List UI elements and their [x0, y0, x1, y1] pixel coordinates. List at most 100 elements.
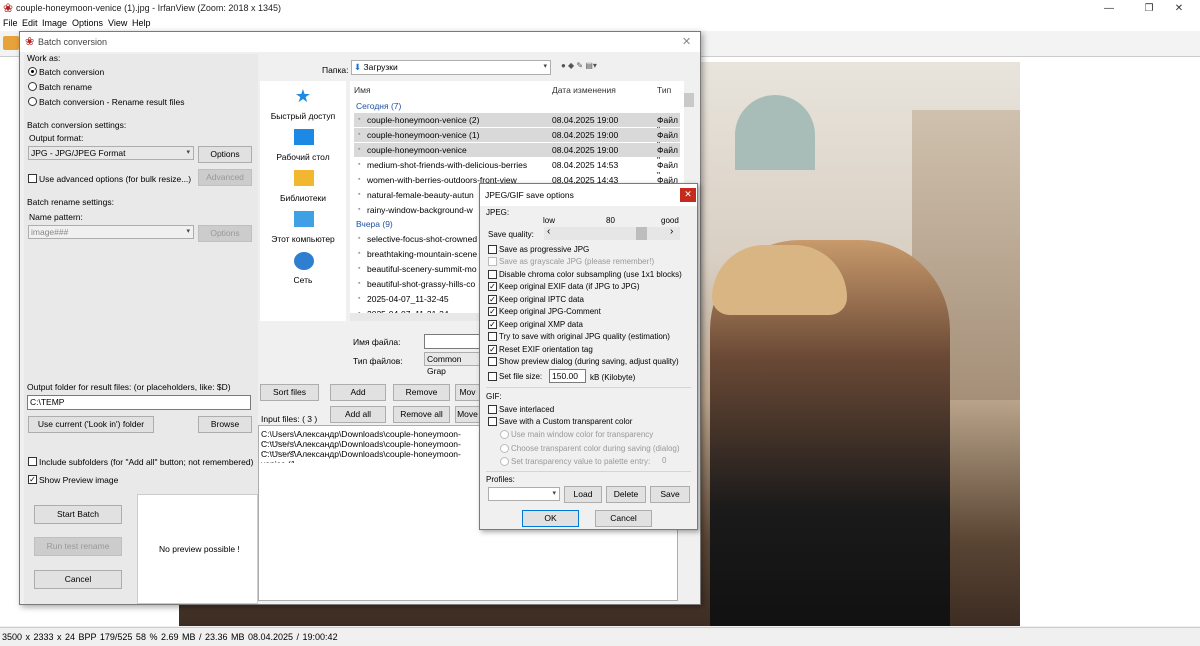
add-all-button[interactable]: Add all: [330, 406, 386, 423]
group-yesterday[interactable]: Вчера (9): [356, 219, 393, 229]
advanced-options-checkbox[interactable]: [28, 174, 37, 183]
option-checkbox[interactable]: ✓: [488, 295, 497, 304]
slider-left-arrow[interactable]: ‹: [547, 226, 550, 237]
col-type[interactable]: Тип: [657, 85, 671, 95]
list-item[interactable]: ▪ couple-honeymoon-venice 08.04.2025 19:00…: [354, 143, 680, 165]
quality-low-label: low: [543, 216, 556, 225]
jpeg-dialog-title-bar: JPEG/GIF save options ✕: [480, 184, 697, 206]
use-current-folder-button[interactable]: Use current ('Look in') folder: [28, 416, 154, 433]
list-item[interactable]: ▪ couple-honeymoon-venice (2) 08.04.2025 1…: [354, 113, 680, 135]
browse-button[interactable]: Browse: [198, 416, 252, 433]
delete-profile-button[interactable]: Delete: [606, 486, 646, 503]
menu-file[interactable]: File: [3, 18, 18, 28]
file-size-unit: kB (Kilobyte): [590, 373, 636, 382]
advanced-button[interactable]: Advanced: [198, 169, 252, 186]
option-checkbox[interactable]: ✓: [488, 307, 497, 316]
option-checkbox[interactable]: ✓: [488, 345, 497, 354]
output-folder-input[interactable]: C:\TEMP: [27, 395, 251, 410]
set-file-size-checkbox[interactable]: [488, 372, 497, 381]
sort-files-button[interactable]: Sort files: [260, 384, 319, 401]
name-pattern-input[interactable]: image### ▾: [28, 225, 194, 239]
slider-right-arrow[interactable]: ›: [670, 226, 673, 237]
title-bar: ❀ couple-honeymoon-venice (1).jpg - Irfa…: [0, 0, 1200, 17]
list-item[interactable]: ▪ couple-honeymoon-venice (1) 08.04.2025 1…: [354, 128, 680, 150]
output-format-select[interactable]: JPG - JPG/JPEG Format ▾: [28, 146, 194, 160]
move-up-button[interactable]: Mov: [455, 384, 480, 401]
place-desktop[interactable]: Рабочий стол: [260, 152, 346, 162]
filetype-select[interactable]: Common Grap: [424, 352, 480, 376]
palette-entry-value[interactable]: 0: [662, 456, 666, 465]
menu-view[interactable]: View: [108, 18, 127, 28]
remove-button[interactable]: Remove: [393, 384, 450, 401]
run-test-rename-button[interactable]: Run test rename: [34, 537, 122, 556]
option-label: Keep original JPG-Comment: [499, 307, 601, 316]
save-interlaced-checkbox[interactable]: [488, 405, 497, 414]
desktop-icon[interactable]: [294, 129, 314, 145]
option-checkbox[interactable]: [488, 257, 497, 266]
rename-options-button[interactable]: Options: [198, 225, 252, 242]
option-checkbox[interactable]: ✓: [488, 320, 497, 329]
group-today[interactable]: Сегодня (7): [356, 101, 401, 111]
load-profile-button[interactable]: Load: [564, 486, 602, 503]
list-item[interactable]: ▪ medium-shot-friends-with-delicious-berr…: [354, 158, 680, 180]
place-network[interactable]: Сеть: [260, 275, 346, 285]
filename-input[interactable]: [424, 334, 480, 349]
ok-button[interactable]: OK: [522, 510, 579, 527]
option-label: Keep original EXIF data (if JPG to JPG): [499, 282, 640, 291]
libraries-icon[interactable]: [294, 170, 314, 186]
include-subfolders-checkbox[interactable]: [28, 457, 37, 466]
mode-batch-rename-radio[interactable]: [28, 82, 37, 91]
computer-icon[interactable]: [294, 211, 314, 227]
move-down-button[interactable]: Move: [455, 406, 480, 423]
remove-all-button[interactable]: Remove all: [393, 406, 450, 423]
profiles-select[interactable]: ▾: [488, 487, 560, 501]
place-quick-access[interactable]: Быстрый доступ: [260, 111, 346, 121]
option-checkbox[interactable]: [488, 270, 497, 279]
col-name[interactable]: Имя: [354, 85, 371, 95]
places-bar: ★ Быстрый доступ Рабочий стол Библиотеки…: [260, 81, 346, 321]
jpeg-dialog-close-button[interactable]: ✕: [680, 188, 696, 202]
mode-batch-conversion-radio[interactable]: [28, 67, 37, 76]
output-format-label: Output format:: [29, 133, 84, 143]
place-this-pc[interactable]: Этот компьютер: [260, 234, 346, 244]
nav-icons[interactable]: ● ◆ ✎ ▤▾: [561, 61, 597, 70]
profiles-label: Profiles:: [486, 475, 515, 484]
photo-dome: [735, 95, 815, 170]
menu-options[interactable]: Options: [72, 18, 103, 28]
add-button[interactable]: Add: [330, 384, 386, 401]
menu-edit[interactable]: Edit: [22, 18, 38, 28]
open-folder-icon[interactable]: [3, 36, 19, 50]
list-item[interactable]: C:\Users\Александр\Downloads\couple-hone…: [261, 449, 479, 463]
quality-slider[interactable]: ‹ ›: [544, 226, 680, 240]
save-quality-label: Save quality:: [488, 230, 534, 239]
quick-access-icon[interactable]: ★: [260, 86, 346, 107]
set-transparency-radio[interactable]: [500, 457, 509, 466]
file-size-input[interactable]: 150.00: [549, 369, 586, 383]
slider-thumb[interactable]: [636, 227, 647, 240]
use-main-window-radio[interactable]: [500, 430, 509, 439]
choose-transparent-radio[interactable]: [500, 444, 509, 453]
folder-select[interactable]: ⬇ Загрузки ▾: [351, 60, 551, 75]
choose-transparent-label: Choose transparent color during saving (…: [511, 444, 680, 453]
jpeg-cancel-button[interactable]: Cancel: [595, 510, 652, 527]
close-button[interactable]: ✕: [1156, 0, 1200, 17]
custom-transparent-checkbox[interactable]: [488, 417, 497, 426]
save-profile-button[interactable]: Save: [650, 486, 690, 503]
cancel-button[interactable]: Cancel: [34, 570, 122, 589]
option-checkbox[interactable]: [488, 245, 497, 254]
start-batch-button[interactable]: Start Batch: [34, 505, 122, 524]
show-preview-label: Show Preview image: [39, 475, 119, 485]
mode-conversion-rename-radio[interactable]: [28, 97, 37, 106]
menu-image[interactable]: Image: [42, 18, 67, 28]
option-checkbox[interactable]: [488, 332, 497, 341]
option-checkbox[interactable]: ✓: [488, 282, 497, 291]
format-options-button[interactable]: Options: [198, 146, 252, 163]
vertical-scrollbar-thumb[interactable]: [684, 93, 694, 107]
network-icon[interactable]: [294, 252, 314, 270]
dialog-close-button[interactable]: ✕: [682, 35, 691, 48]
place-libraries[interactable]: Библиотеки: [260, 193, 346, 203]
menu-help[interactable]: Help: [132, 18, 151, 28]
show-preview-checkbox[interactable]: ✓: [28, 475, 37, 484]
col-date[interactable]: Дата изменения: [552, 85, 616, 95]
option-checkbox[interactable]: [488, 357, 497, 366]
